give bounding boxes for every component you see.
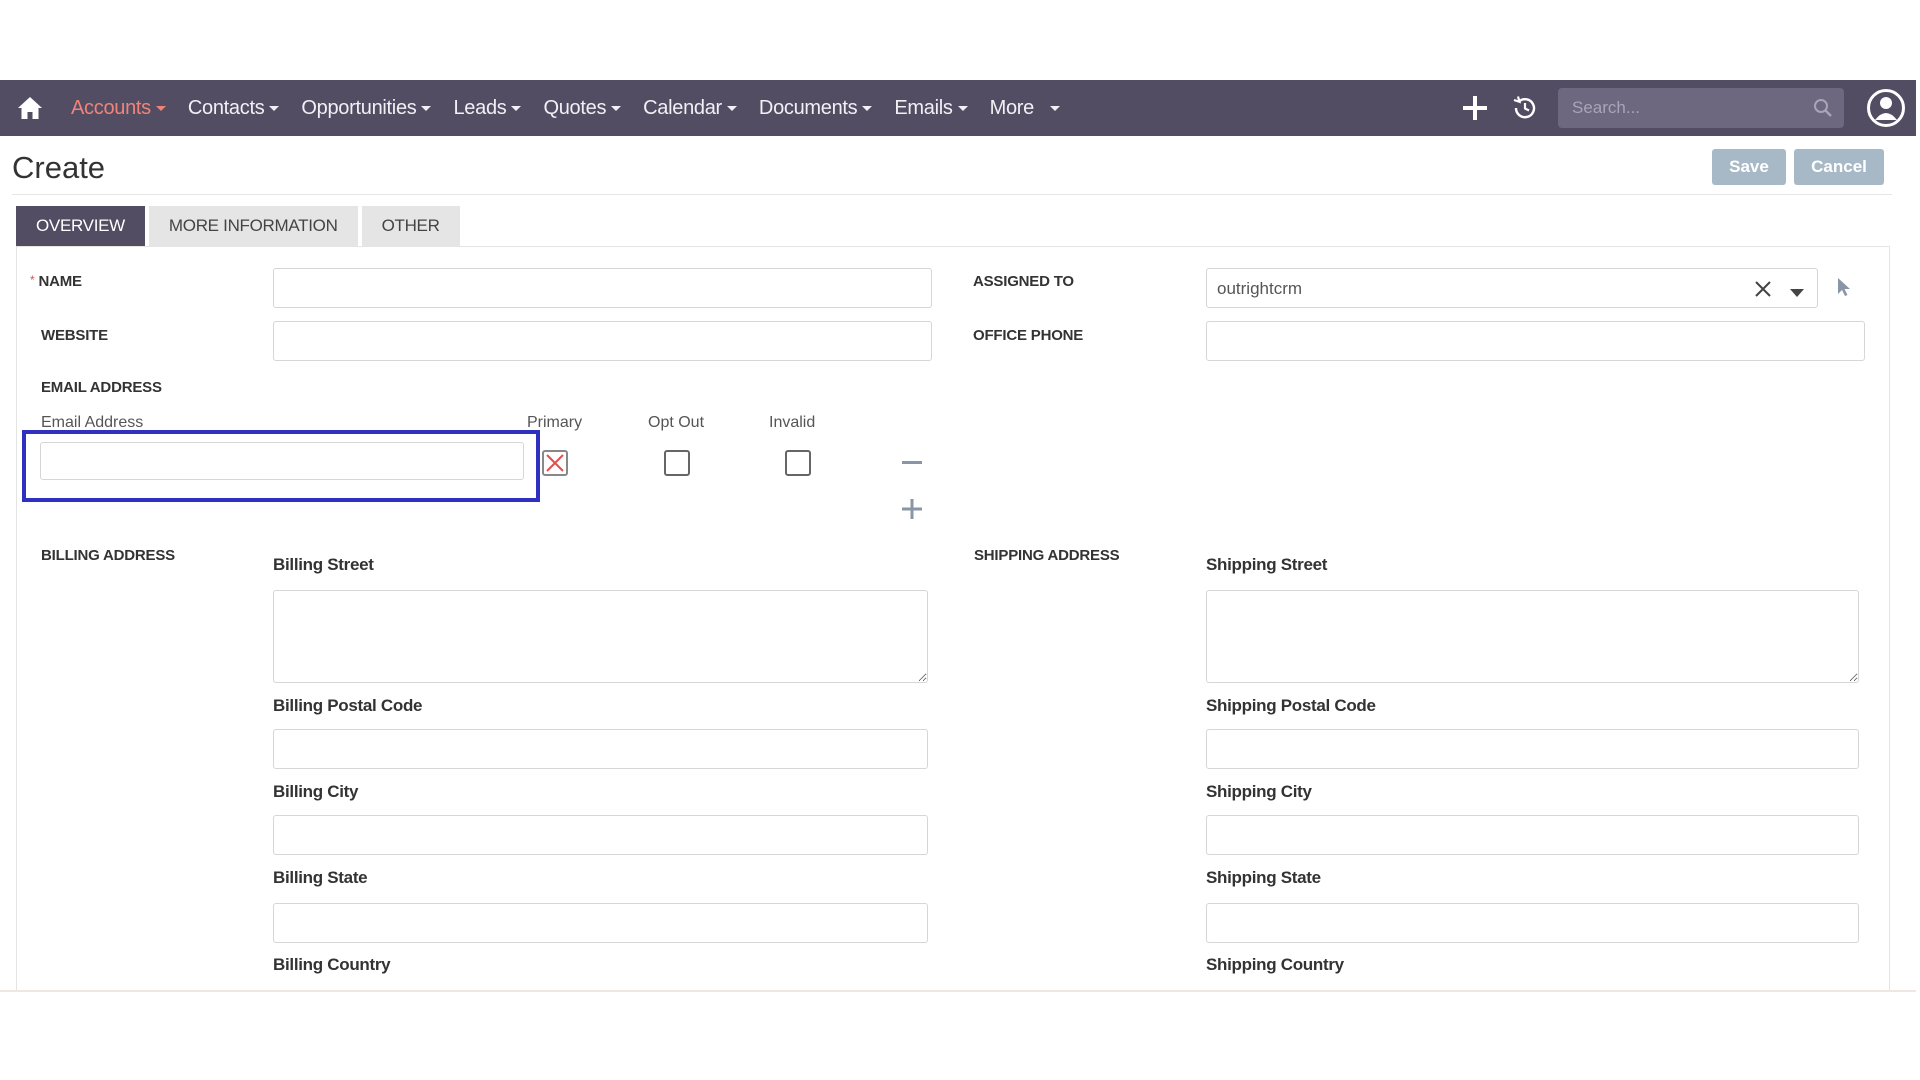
office-phone-label: OFFICE PHONE xyxy=(973,327,1084,344)
search-input[interactable] xyxy=(1558,88,1844,128)
cursor-arrow-icon xyxy=(1838,278,1850,296)
tab-other[interactable]: OTHER xyxy=(361,206,460,246)
nav-quotes[interactable]: Quotes xyxy=(532,80,632,136)
minus-icon xyxy=(902,461,922,464)
opt-out-checkbox[interactable] xyxy=(664,450,690,476)
primary-radio[interactable] xyxy=(542,450,568,476)
chevron-down-icon xyxy=(269,105,280,111)
required-marker: * xyxy=(30,273,35,287)
nav-emails[interactable]: Emails xyxy=(883,80,978,136)
shipping-street-input[interactable] xyxy=(1206,590,1859,683)
assigned-dropdown-toggle[interactable] xyxy=(1789,285,1805,303)
home-button[interactable] xyxy=(0,80,60,136)
chevron-down-icon xyxy=(511,105,522,111)
assigned-to-value[interactable]: outrightcrm xyxy=(1217,279,1302,299)
close-icon xyxy=(1755,281,1771,297)
chevron-down-icon xyxy=(726,105,737,111)
chevron-down-icon xyxy=(421,105,432,111)
shipping-postal-code-label: Shipping Postal Code xyxy=(1206,696,1376,715)
shipping-country-label: Shipping Country xyxy=(1206,955,1344,974)
home-icon xyxy=(18,97,42,119)
chevron-down-icon xyxy=(957,105,968,111)
assigned-to-label: ASSIGNED TO xyxy=(973,273,1074,290)
nav-more[interactable]: More xyxy=(979,80,1071,136)
chevron-down-icon xyxy=(155,105,166,111)
shipping-city-label: Shipping City xyxy=(1206,782,1312,801)
nav-documents[interactable]: Documents xyxy=(748,80,883,136)
plus-icon xyxy=(902,499,922,519)
chevron-down-icon xyxy=(1790,289,1804,297)
opt-out-column-label: Opt Out xyxy=(648,414,705,431)
billing-street-input[interactable] xyxy=(273,590,928,683)
invalid-column-label: Invalid xyxy=(769,414,816,431)
shipping-state-input[interactable] xyxy=(1206,903,1859,943)
nav-accounts[interactable]: Accounts xyxy=(60,80,177,136)
name-input[interactable] xyxy=(273,268,932,308)
page-title: Create xyxy=(12,150,106,185)
email-section-label: EMAIL ADDRESS xyxy=(41,379,162,396)
billing-address-label: BILLING ADDRESS xyxy=(41,547,175,564)
chevron-down-icon xyxy=(1049,105,1060,111)
tab-bar: OVERVIEW MORE INFORMATION OTHER xyxy=(16,206,460,246)
invalid-checkbox[interactable] xyxy=(785,450,811,476)
billing-city-input[interactable] xyxy=(273,815,928,855)
nav-leads[interactable]: Leads xyxy=(442,80,532,136)
recent-history-button[interactable] xyxy=(1500,80,1550,136)
user-avatar-icon xyxy=(1867,89,1905,127)
billing-street-label: Billing Street xyxy=(273,555,374,574)
user-menu-button[interactable] xyxy=(1856,80,1916,136)
tab-more-information[interactable]: MORE INFORMATION xyxy=(148,206,358,246)
tab-overview[interactable]: OVERVIEW xyxy=(16,206,145,246)
shipping-address-label: SHIPPING ADDRESS xyxy=(974,547,1120,564)
shipping-city-input[interactable] xyxy=(1206,815,1859,855)
office-phone-input[interactable] xyxy=(1206,321,1865,361)
shipping-street-label: Shipping Street xyxy=(1206,555,1328,574)
website-input[interactable] xyxy=(273,321,932,361)
plus-icon xyxy=(1463,96,1487,120)
header-divider xyxy=(12,194,1892,195)
billing-country-label: Billing Country xyxy=(273,955,391,974)
search-box xyxy=(1558,88,1844,128)
nav-contacts[interactable]: Contacts xyxy=(177,80,291,136)
email-field-highlight xyxy=(22,430,540,502)
name-label: * NAME xyxy=(30,273,82,290)
nav-calendar[interactable]: Calendar xyxy=(632,80,748,136)
shipping-state-label: Shipping State xyxy=(1206,868,1321,887)
website-label: WEBSITE xyxy=(41,327,108,344)
add-email-button[interactable] xyxy=(900,497,924,521)
chevron-down-icon xyxy=(862,105,873,111)
nav-opportunities[interactable]: Opportunities xyxy=(290,80,442,136)
billing-postal-code-input[interactable] xyxy=(273,729,928,769)
clear-assigned-button[interactable] xyxy=(1753,279,1773,304)
remove-email-button[interactable] xyxy=(900,452,924,472)
history-icon xyxy=(1513,96,1536,119)
cancel-button[interactable]: Cancel xyxy=(1794,149,1884,185)
assigned-to-field: outrightcrm xyxy=(1206,268,1818,308)
save-button[interactable]: Save xyxy=(1712,149,1786,185)
search-icon[interactable] xyxy=(1812,97,1834,124)
shipping-postal-code-input[interactable] xyxy=(1206,729,1859,769)
chevron-down-icon xyxy=(611,105,622,111)
create-button[interactable] xyxy=(1450,80,1500,136)
select-user-button[interactable] xyxy=(1836,277,1852,302)
billing-postal-code-label: Billing Postal Code xyxy=(273,696,423,715)
billing-city-label: Billing City xyxy=(273,782,359,801)
screen-bottom-edge xyxy=(0,990,1916,992)
top-navbar: Accounts Contacts Opportunities Leads Qu… xyxy=(0,80,1916,136)
close-icon xyxy=(546,454,564,472)
billing-state-label: Billing State xyxy=(273,868,368,887)
billing-state-input[interactable] xyxy=(273,903,928,943)
